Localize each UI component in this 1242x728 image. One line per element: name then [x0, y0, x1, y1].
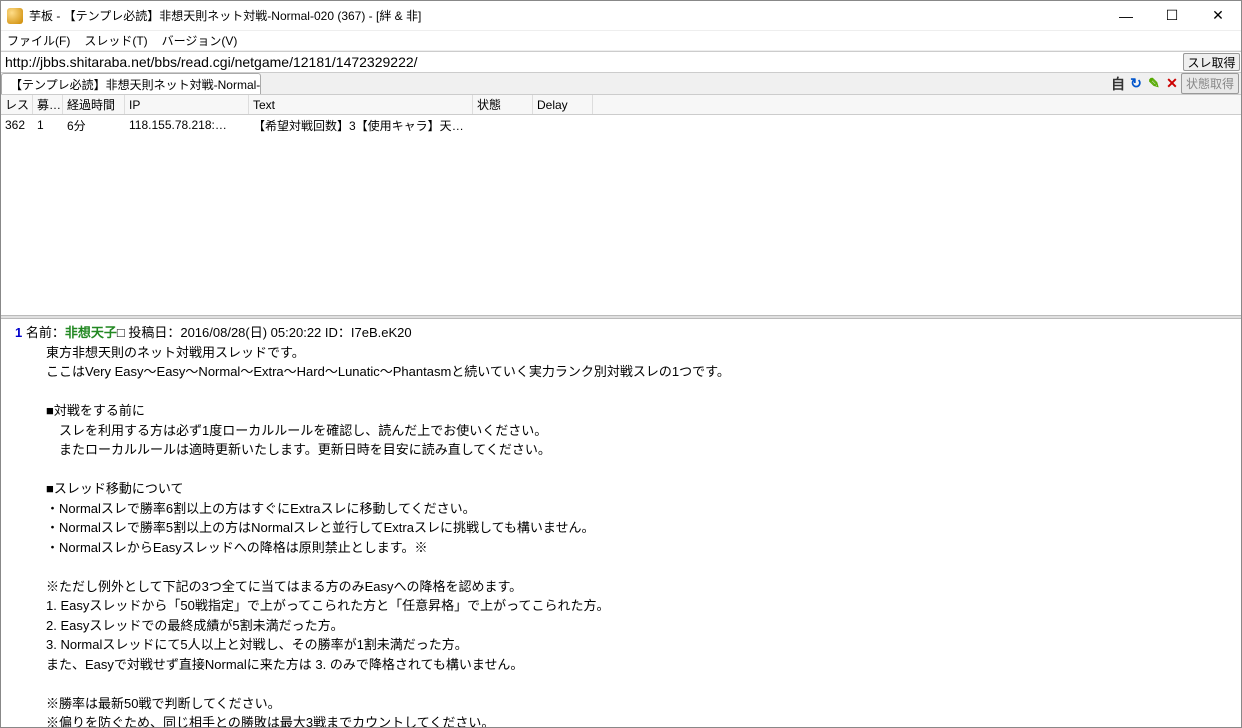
col-elapsed[interactable]: 経過時間: [63, 95, 125, 114]
col-recruit[interactable]: 募…: [33, 95, 63, 114]
minimize-button[interactable]: —: [1103, 1, 1149, 30]
cell-delay: [533, 123, 593, 127]
col-ip[interactable]: IP: [125, 95, 249, 114]
window-title: 芋板 - 【テンプレ必読】非想天則ネット対戦-Normal-020 (367) …: [29, 7, 1103, 24]
auto-icon[interactable]: 自: [1109, 75, 1127, 93]
menubar: ファイル(F) スレッド(T) バージョン(V): [1, 31, 1241, 51]
post-body: 東方非想天則のネット対戦用スレッドです。 ここはVery Easy～Easy～N…: [33, 343, 1227, 728]
menu-file[interactable]: ファイル(F): [7, 32, 70, 49]
list-area[interactable]: 362 1 6分 118.155.78.218:… 【希望対戦回数】3【使用キャ…: [1, 115, 1241, 315]
col-text[interactable]: Text: [249, 95, 473, 114]
url-bar: スレ取得: [1, 51, 1241, 73]
state-fetch-button[interactable]: 状態取得: [1181, 73, 1239, 94]
cell-ip: 118.155.78.218:…: [125, 116, 249, 134]
col-state[interactable]: 状態: [473, 95, 533, 114]
table-row[interactable]: 362 1 6分 118.155.78.218:… 【希望対戦回数】3【使用キャ…: [1, 115, 1241, 135]
toolbar-icons: 自 ↻ ✎ ✕ 状態取得: [1107, 73, 1241, 94]
cell-state: [473, 123, 533, 127]
menu-version[interactable]: バージョン(V): [162, 32, 238, 49]
titlebar: 芋板 - 【テンプレ必読】非想天則ネット対戦-Normal-020 (367) …: [1, 1, 1241, 31]
url-input[interactable]: [1, 52, 1182, 72]
tab-label: 【テンプレ必読】非想天則ネット対戦-Normal-020: [10, 76, 261, 93]
refresh-icon[interactable]: ↻: [1127, 75, 1145, 93]
edit-icon[interactable]: ✎: [1145, 75, 1163, 93]
cell-res: 362: [1, 116, 33, 134]
thread-tab[interactable]: 【テンプレ必読】非想天則ネット対戦-Normal-020: [1, 73, 261, 94]
fetch-thread-button[interactable]: スレ取得: [1183, 53, 1240, 71]
col-delay[interactable]: Delay: [533, 95, 593, 114]
cell-elapsed: 6分: [63, 115, 125, 136]
delete-icon[interactable]: ✕: [1163, 75, 1181, 93]
menu-thread[interactable]: スレッド(T): [84, 32, 147, 49]
window-controls: — ☐ ✕: [1103, 1, 1241, 30]
tab-row: 【テンプレ必読】非想天則ネット対戦-Normal-020 自 ↻ ✎ ✕ 状態取…: [1, 73, 1241, 95]
post-name-label: 名前：: [22, 325, 65, 340]
list-header: レス 募… 経過時間 IP Text 状態 Delay: [1, 95, 1241, 115]
post-meta: □ 投稿日：2016/08/28(日) 05:20:22 ID：I7eB.eK2…: [117, 325, 412, 340]
cell-text: 【希望対戦回数】3【使用キャラ】天子元々下手…: [249, 115, 473, 136]
cell-recruit: 1: [33, 116, 63, 134]
post-detail[interactable]: 1 名前：非想天子□ 投稿日：2016/08/28(日) 05:20:22 ID…: [1, 319, 1241, 727]
col-res[interactable]: レス: [1, 95, 33, 114]
close-button[interactable]: ✕: [1195, 1, 1241, 30]
maximize-button[interactable]: ☐: [1149, 1, 1195, 30]
post-author: 非想天子: [65, 325, 117, 340]
post-header: 1 名前：非想天子□ 投稿日：2016/08/28(日) 05:20:22 ID…: [15, 323, 1227, 343]
app-icon: [7, 8, 23, 24]
